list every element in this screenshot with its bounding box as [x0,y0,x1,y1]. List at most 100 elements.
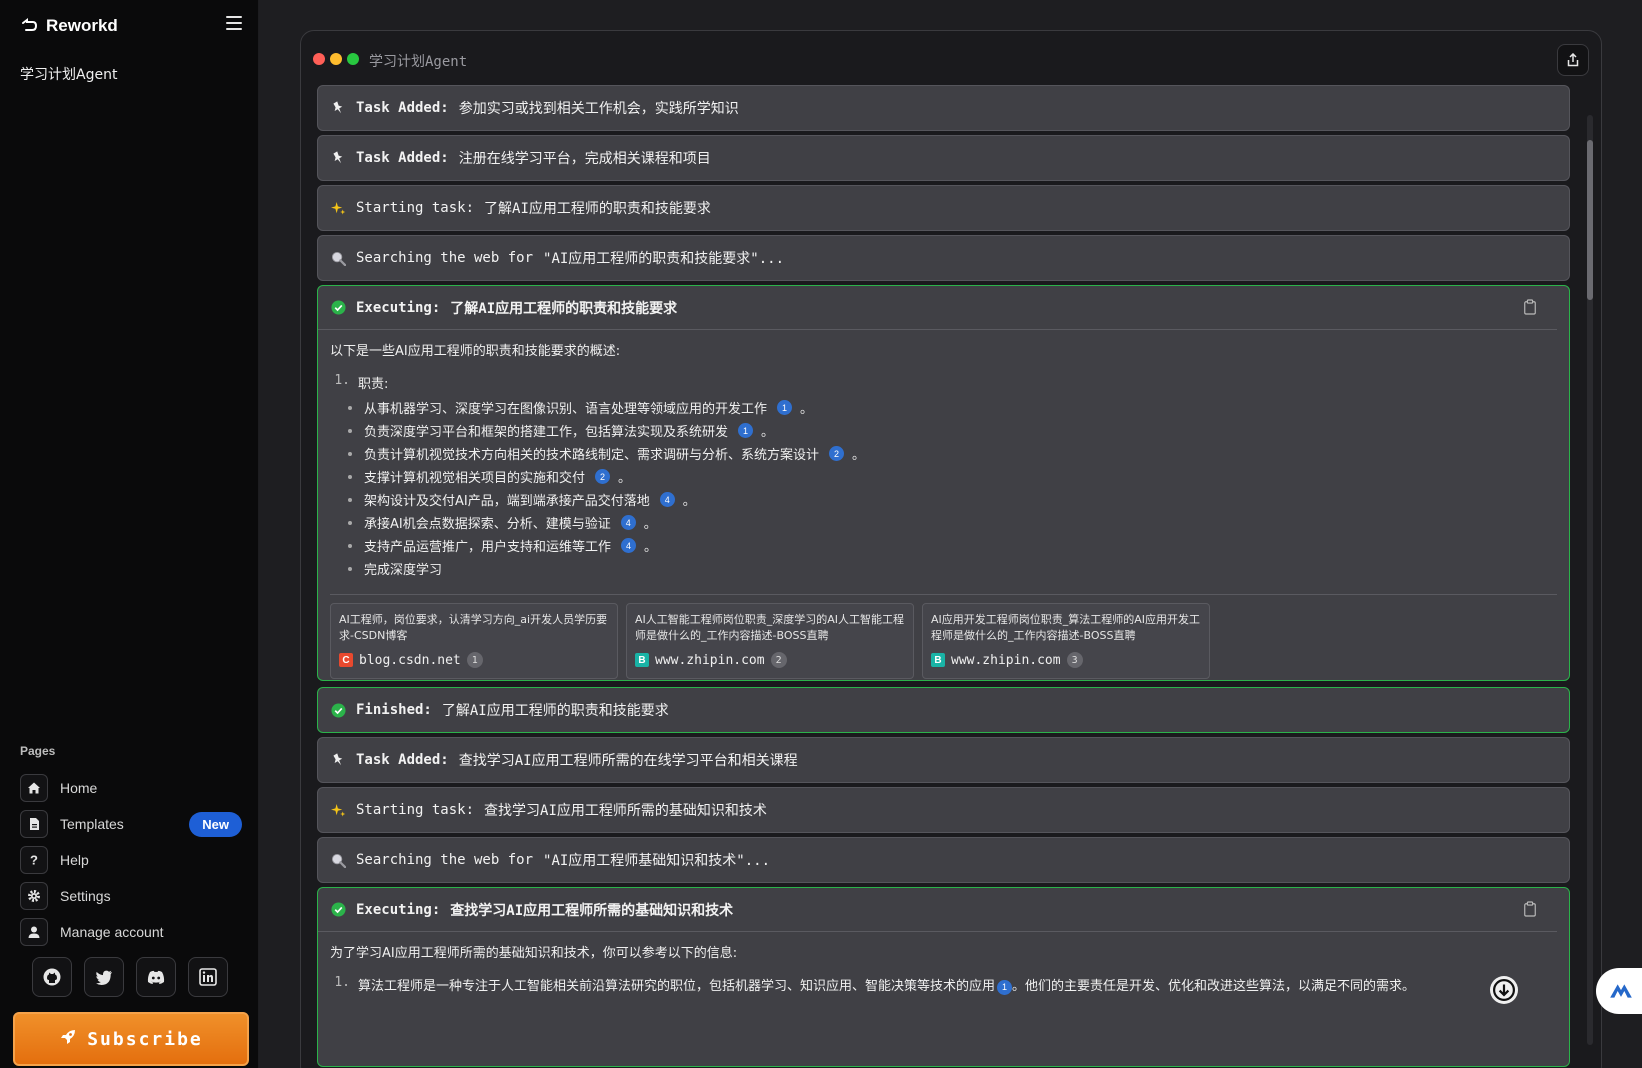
nav-item-templates[interactable]: Templates New [20,806,242,842]
nav-item-settings[interactable]: Settings [20,878,242,914]
message-label: Task Added: [356,752,449,768]
main-area: 学习计划Agent Task Added: 参加实习或找到相关工作机会，实践所学… [259,0,1642,1068]
source-cards: AI工程师，岗位要求，认清学习方向_ai开发人员学历要求-CSDN博客 C bl… [330,594,1557,691]
gear-icon [20,882,48,910]
message-text: "AI应用工程师基础知识和技术"... [543,853,771,869]
message-starting-task: Starting task: 了解AI应用工程师的职责和技能要求 [317,185,1570,231]
source-number: 2 [770,652,787,668]
arrow-down-icon [1493,979,1515,1001]
github-icon[interactable] [32,957,72,997]
list-number: 1. [334,373,350,388]
share-button[interactable] [1557,44,1589,76]
message-text: 了解AI应用工程师的职责和技能要求 [450,300,678,317]
sidebar-agent-item[interactable]: 学习计划Agent [20,64,117,84]
search-icon [330,250,346,266]
scroll-down-button[interactable] [1490,976,1518,1004]
executing-intro: 以下是一些AI应用工程师的职责和技能要求的概述: [330,344,621,359]
brand[interactable]: Reworkd [20,14,118,38]
sidebar: Reworkd 学习计划Agent Pages Home Templates N… [0,0,259,1068]
source-title: AI应用开发工程师岗位职责_算法工程师的AI应用开发工程师是做什么的_工作内容描… [931,613,1201,642]
citation-badge[interactable]: 1 [738,423,754,438]
message-label: Starting task: [356,802,475,818]
copy-icon[interactable] [1523,299,1539,317]
source-card[interactable]: AI应用开发工程师岗位职责_算法工程师的AI应用开发工程师是做什么的_工作内容描… [922,603,1210,679]
source-domain: blog.csdn.net [359,652,461,668]
source-card[interactable]: AI人工智能工程师岗位职责_深度学习的AI人工智能工程师是做什么的_工作内容描述… [626,603,914,679]
copy-icon[interactable] [1523,901,1539,919]
source-title: AI人工智能工程师岗位职责_深度学习的AI人工智能工程师是做什么的_工作内容描述… [635,613,905,642]
message-label: Executing: [356,299,441,316]
subscribe-button[interactable]: Subscribe [13,1012,249,1066]
nav-item-home[interactable]: Home [20,770,242,806]
pages-label: Pages [20,744,56,758]
message-searching: Searching the web for "AI应用工程师的职责和技能要求".… [317,235,1570,281]
message-text: 查找学习AI应用工程师所需的基础知识和技术 [450,902,734,919]
twitter-icon[interactable] [84,957,124,997]
bullet-text: 支撑计算机视觉相关项目的实施和交付 [364,471,586,486]
list-item: 支持产品运营推广，用户支持和运维等工作 4 。 [348,534,1557,557]
message-task-added: Task Added: 查找学习AI应用工程师所需的在线学习平台和相关课程 [317,737,1570,783]
message-label: Starting task: [356,200,475,216]
bullet-text: 负责深度学习平台和框架的搭建工作，包括算法实现及系统研发 [364,425,729,440]
scrollbar-thumb[interactable] [1587,140,1593,300]
source-number: 3 [1066,652,1083,668]
discord-icon[interactable] [136,957,176,997]
message-task-added: Task Added: 注册在线学习平台，完成相关课程和项目 [317,135,1570,181]
nav-item-help[interactable]: ? Help [20,842,242,878]
check-circle-icon [330,902,346,918]
pin-icon [330,150,346,166]
sparkles-icon [330,802,346,818]
bullet-text: 从事机器学习、深度学习在图像识别、语言处理等领域应用的开发工作 [364,402,768,417]
close-dot[interactable] [313,53,325,65]
source-domain: www.zhipin.com [951,652,1061,668]
minimize-dot[interactable] [330,53,342,65]
floating-assistant-button[interactable] [1596,968,1642,1014]
social-links [32,957,228,997]
scrollbar[interactable] [1587,115,1593,1045]
message-text: 查找学习AI应用工程师所需的在线学习平台和相关课程 [458,753,798,769]
bullet-end: 。 [644,540,658,555]
bullet-end: 。 [852,448,866,463]
message-text: 了解AI应用工程师的职责和技能要求 [441,703,669,719]
sparkles-icon [330,200,346,216]
question-icon: ? [20,846,48,874]
message-text: 参加实习或找到相关工作机会，实践所学知识 [458,101,739,117]
bullet-text: 完成深度学习 [364,563,443,578]
message-label: Executing: [356,901,441,918]
new-badge: New [189,811,242,837]
citation-badge[interactable]: 4 [621,538,637,553]
maximize-dot[interactable] [347,53,359,65]
bullet-end: 。 [643,517,657,532]
list-item: 完成深度学习 [348,557,1557,580]
list-text-end: 。他们的主要责任是开发、优化和改进这些算法，以满足不同的需求。 [1012,979,1416,994]
csdn-favicon-icon: C [339,653,353,667]
duties-list: 从事机器学习、深度学习在图像识别、语言处理等领域应用的开发工作 1 。 负责深度学习… [330,396,1557,580]
pin-icon [330,752,346,768]
hamburger-menu-icon[interactable] [226,16,242,30]
check-circle-icon [330,300,346,316]
citation-badge[interactable]: 1 [997,979,1013,995]
nav-item-label: Home [60,780,98,796]
share-icon [1567,53,1579,67]
citation-badge[interactable]: 2 [595,469,611,484]
message-task-added: Task Added: 参加实习或找到相关工作机会，实践所学知识 [317,85,1570,131]
message-executing: Executing: 查找学习AI应用工程师所需的基础知识和技术 为了学习AI应… [317,887,1570,1067]
citation-badge[interactable]: 4 [659,492,675,507]
citation-badge[interactable]: 2 [829,446,845,461]
linkedin-icon[interactable] [188,957,228,997]
citation-badge[interactable]: 1 [777,400,793,415]
boss-favicon-icon: B [635,653,649,667]
message-starting-task: Starting task: 查找学习AI应用工程师所需的基础知识和技术 [317,787,1570,833]
search-icon [330,852,346,868]
source-card[interactable]: AI工程师，岗位要求，认清学习方向_ai开发人员学历要求-CSDN博客 C bl… [330,603,618,679]
pin-icon [330,100,346,116]
bullet-text: 负责计算机视觉技术方向相关的技术路线制定、需求调研与分析、系统方案设计 [364,448,820,463]
window-controls [313,53,359,65]
svg-text:?: ? [30,853,38,867]
message-text: "AI应用工程师的职责和技能要求"... [543,251,785,267]
executing-header: Executing: 查找学习AI应用工程师所需的基础知识和技术 [318,888,1557,932]
reworkd-logo-icon [20,17,38,35]
citation-badge[interactable]: 4 [620,515,636,530]
brand-name: Reworkd [46,16,118,35]
nav-item-manage-account[interactable]: Manage account [20,914,242,950]
